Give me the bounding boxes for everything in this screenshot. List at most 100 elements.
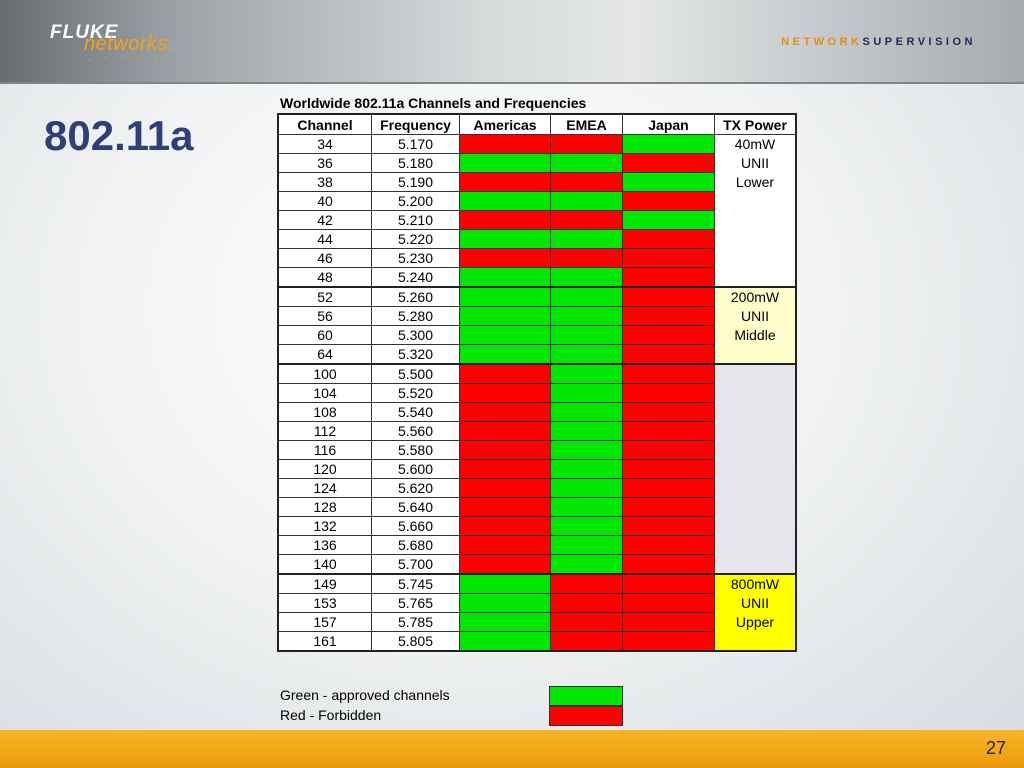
tx-power-line: 800mW	[730, 576, 780, 592]
americas-status-cell	[459, 440, 551, 460]
emea-status-cell	[550, 267, 623, 288]
channel-cell: 153	[277, 593, 372, 613]
channel-cell: 124	[277, 478, 372, 498]
footer-bar: 27	[0, 730, 1024, 768]
channel-cell: 100	[277, 363, 372, 384]
emea-status-cell	[550, 153, 623, 173]
japan-status-cell	[622, 383, 715, 403]
emea-status-cell	[550, 421, 623, 441]
tagline: NETWORKSUPERVISION	[781, 36, 976, 48]
japan-status-cell	[622, 286, 715, 307]
americas-status-cell	[459, 248, 551, 268]
japan-status-cell	[622, 554, 715, 575]
tagline-vision: VISION	[917, 36, 976, 48]
emea-status-cell	[550, 459, 623, 479]
japan-status-cell	[622, 440, 715, 460]
japan-status-cell	[622, 172, 715, 192]
tx-power-cell: 800mW UNII Upper	[714, 573, 797, 652]
americas-status-cell	[459, 402, 551, 422]
tx-power-line: UNII	[741, 155, 769, 171]
tx-power-line: 200mW	[730, 289, 780, 305]
emea-status-cell	[550, 306, 623, 326]
table-row: 100 5.500	[277, 363, 797, 575]
header-bar: FLUKE networks. . · · · · NETWORKSUPERVI…	[0, 0, 1024, 84]
japan-status-cell	[622, 325, 715, 345]
emea-status-cell	[550, 478, 623, 498]
table-row: 52 5.260 200mW UNII Middle	[277, 286, 797, 365]
frequency-cell: 5.765	[371, 593, 460, 613]
frequency-cell: 5.230	[371, 248, 460, 268]
japan-status-cell	[622, 631, 715, 652]
legend-label: Green - approved channels	[280, 687, 450, 703]
frequency-cell: 5.240	[371, 267, 460, 288]
legend-item: Red - Forbidden	[280, 706, 625, 726]
japan-status-cell	[622, 612, 715, 632]
frequency-cell: 5.280	[371, 306, 460, 326]
header-americas: Americas	[459, 113, 551, 135]
header-tx-power: TX Power	[714, 113, 797, 135]
brand-logo-dots: . · · · ·	[88, 48, 163, 64]
americas-status-cell	[459, 267, 551, 288]
tagline-network: NETWORK	[781, 36, 863, 48]
tx-power-line: UNII	[741, 308, 769, 324]
channel-cell: 157	[277, 612, 372, 632]
frequency-cell: 5.700	[371, 554, 460, 575]
channel-cell: 108	[277, 402, 372, 422]
legend-swatch	[549, 706, 623, 726]
americas-status-cell	[459, 535, 551, 555]
japan-status-cell	[622, 497, 715, 517]
channel-cell: 120	[277, 459, 372, 479]
frequency-cell: 5.180	[371, 153, 460, 173]
americas-status-cell	[459, 383, 551, 403]
emea-status-cell	[550, 497, 623, 517]
frequency-cell: 5.210	[371, 210, 460, 230]
americas-status-cell	[459, 554, 551, 575]
americas-status-cell	[459, 573, 551, 594]
channel-cell: 48	[277, 267, 372, 288]
tx-power-line: Upper	[735, 614, 775, 630]
japan-status-cell	[622, 306, 715, 326]
frequency-cell: 5.560	[371, 421, 460, 441]
emea-status-cell	[550, 440, 623, 460]
japan-status-cell	[622, 191, 715, 211]
tx-power-cell: 40mW UNII Lower	[714, 134, 797, 288]
japan-status-cell	[622, 478, 715, 498]
channel-cell: 149	[277, 573, 372, 594]
emea-status-cell	[550, 134, 623, 154]
tx-power-line: UNII	[741, 595, 769, 611]
emea-status-cell	[550, 631, 623, 652]
frequency-cell: 5.200	[371, 191, 460, 211]
americas-status-cell	[459, 631, 551, 652]
frequency-cell: 5.540	[371, 402, 460, 422]
tx-power-line: Middle	[734, 327, 776, 343]
frequency-cell: 5.745	[371, 573, 460, 594]
table-caption: Worldwide 802.11a Channels and Frequenci…	[280, 95, 587, 111]
japan-status-cell	[622, 229, 715, 249]
tx-power-line: Lower	[735, 174, 775, 190]
japan-status-cell	[622, 402, 715, 422]
americas-status-cell	[459, 325, 551, 345]
channel-cell: 64	[277, 344, 372, 365]
frequency-cell: 5.660	[371, 516, 460, 536]
americas-status-cell	[459, 612, 551, 632]
emea-status-cell	[550, 344, 623, 365]
channel-cell: 128	[277, 497, 372, 517]
emea-status-cell	[550, 191, 623, 211]
americas-status-cell	[459, 344, 551, 365]
japan-status-cell	[622, 573, 715, 594]
channel-cell: 44	[277, 229, 372, 249]
tagline-super: SUPER	[862, 36, 918, 48]
channel-cell: 46	[277, 248, 372, 268]
emea-status-cell	[550, 248, 623, 268]
frequency-cell: 5.170	[371, 134, 460, 154]
americas-status-cell	[459, 459, 551, 479]
americas-status-cell	[459, 191, 551, 211]
emea-status-cell	[550, 554, 623, 575]
frequency-cell: 5.580	[371, 440, 460, 460]
emea-status-cell	[550, 286, 623, 307]
frequency-cell: 5.600	[371, 459, 460, 479]
channel-cell: 104	[277, 383, 372, 403]
americas-status-cell	[459, 421, 551, 441]
frequency-cell: 5.300	[371, 325, 460, 345]
legend-label: Red - Forbidden	[280, 707, 382, 723]
